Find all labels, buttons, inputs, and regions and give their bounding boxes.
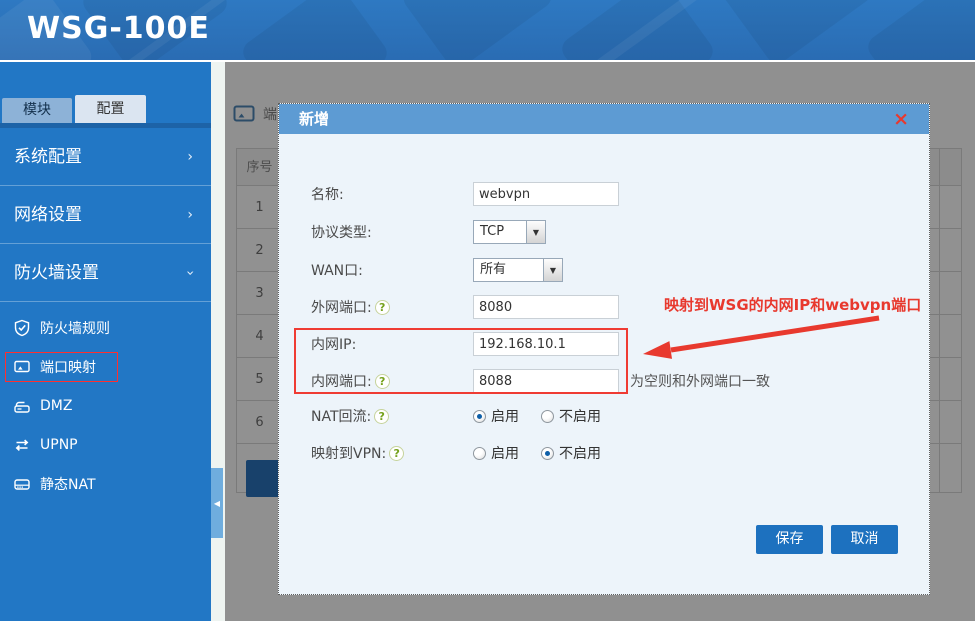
- sidebar-item-dmz[interactable]: DMZ: [0, 386, 211, 425]
- radio-option-disable[interactable]: 不启用: [541, 406, 601, 426]
- menu-label: 防火墙设置: [14, 263, 99, 283]
- keyboard-key-decoration: [399, 0, 556, 62]
- radio-option-enable[interactable]: 启用: [473, 443, 519, 463]
- sidebar-item-port-mapping[interactable]: 端口映射: [0, 347, 211, 386]
- menu-label: 网络设置: [14, 205, 82, 225]
- protocol-label: 协议类型:: [311, 222, 473, 242]
- selected-value: TCP: [474, 221, 526, 243]
- annotation-text: 映射到WSG的内网IP和webvpn端口: [664, 294, 921, 315]
- add-port-mapping-dialog: 新增 × 名称: 协议类型: TCP ▼ WAN口: 所有 ▼: [278, 103, 930, 595]
- sidebar: 模块 配置 系统配置 › 网络设置 › 防火墙设置 › 防: [0, 62, 211, 621]
- sidebar-item-network-settings[interactable]: 网络设置 ›: [0, 186, 211, 244]
- cancel-button[interactable]: 取消: [831, 525, 898, 554]
- sidebar-item-static-nat[interactable]: 静态NAT: [0, 464, 211, 503]
- server-icon: [12, 474, 32, 494]
- sidebar-item-firewall-settings[interactable]: 防火墙设置 ›: [0, 244, 211, 302]
- internal-port-input[interactable]: [473, 369, 619, 393]
- help-icon[interactable]: ?: [375, 374, 390, 389]
- radio-unchecked-icon: [541, 410, 554, 423]
- sidebar-menu: 系统配置 › 网络设置 › 防火墙设置 ›: [0, 128, 211, 302]
- monitor-icon: [12, 357, 32, 377]
- radio-option-disable[interactable]: 不启用: [541, 443, 601, 463]
- external-port-row: 外网端口: ?: [311, 295, 619, 319]
- help-icon[interactable]: ?: [374, 409, 389, 424]
- submenu-label: 防火墙规则: [40, 318, 110, 338]
- name-label: 名称:: [311, 184, 473, 204]
- help-icon[interactable]: ?: [389, 446, 404, 461]
- protocol-row: 协议类型: TCP ▼: [311, 220, 546, 244]
- tab-modules[interactable]: 模块: [2, 98, 72, 123]
- chevron-down-icon: ›: [182, 270, 198, 276]
- sidebar-collapse-handle[interactable]: ◀: [211, 468, 223, 538]
- internal-port-label: 内网端口: ?: [311, 371, 473, 391]
- map-to-vpn-row: 映射到VPN: ? 启用 不启用: [311, 441, 623, 465]
- name-input[interactable]: [473, 182, 619, 206]
- radio-checked-icon: [473, 410, 486, 423]
- external-port-input[interactable]: [473, 295, 619, 319]
- wan-label: WAN口:: [311, 260, 473, 280]
- radio-unchecked-icon: [473, 447, 486, 460]
- collapse-arrow-icon: ◀: [214, 499, 220, 508]
- chevron-right-icon: ›: [187, 128, 193, 186]
- dropdown-arrow-icon[interactable]: ▼: [526, 221, 545, 243]
- nat-loopback-row: NAT回流: ? 启用 不启用: [311, 404, 623, 428]
- radio-option-enable[interactable]: 启用: [473, 406, 519, 426]
- menu-label: 系统配置: [14, 147, 82, 167]
- name-row: 名称:: [311, 182, 619, 206]
- internal-ip-label: 内网IP:: [311, 334, 473, 354]
- wan-select[interactable]: 所有 ▼: [473, 258, 563, 282]
- wan-row: WAN口: 所有 ▼: [311, 258, 563, 282]
- app-title: WSG-100E: [27, 11, 210, 46]
- modem-icon: [12, 396, 32, 416]
- radio-checked-icon: [541, 447, 554, 460]
- shield-check-icon: [12, 318, 32, 338]
- sidebar-item-firewall-rules[interactable]: 防火墙规则: [0, 308, 211, 347]
- sidebar-item-system-config[interactable]: 系统配置 ›: [0, 128, 211, 186]
- dialog-header: 新增 ×: [279, 104, 929, 134]
- app-header: WSG-100E: [0, 0, 975, 62]
- close-icon[interactable]: ×: [893, 107, 909, 131]
- app-window: WSG-100E 模块 配置 系统配置 › 网络设置 › 防火墙设置 ›: [0, 0, 975, 621]
- nat-loopback-label: NAT回流: ?: [311, 406, 473, 426]
- dropdown-arrow-icon[interactable]: ▼: [543, 259, 562, 281]
- keyboard-key-decoration: [239, 0, 392, 62]
- chevron-right-icon: ›: [187, 186, 193, 244]
- tab-config[interactable]: 配置: [75, 95, 146, 123]
- submenu-label: 静态NAT: [40, 474, 96, 494]
- internal-port-row: 内网端口: ?: [311, 369, 619, 393]
- keyboard-key-decoration: [864, 0, 975, 62]
- swap-arrows-icon: [12, 435, 32, 455]
- submenu-label: UPNP: [40, 437, 78, 453]
- external-port-label: 外网端口: ?: [311, 297, 473, 317]
- save-button[interactable]: 保存: [756, 525, 823, 554]
- internal-port-hint: 为空则和外网端口一致: [630, 371, 770, 391]
- selected-value: 所有: [474, 259, 543, 281]
- map-to-vpn-label: 映射到VPN: ?: [311, 443, 473, 463]
- internal-ip-input[interactable]: [473, 332, 619, 356]
- keyboard-key-decoration: [719, 0, 876, 62]
- help-icon[interactable]: ?: [375, 300, 390, 315]
- internal-ip-row: 内网IP:: [311, 332, 619, 356]
- submenu-label: 端口映射: [40, 357, 96, 377]
- sidebar-item-upnp[interactable]: UPNP: [0, 425, 211, 464]
- dialog-title: 新增: [299, 104, 329, 134]
- firewall-submenu: 防火墙规则 端口映射 DMZ: [0, 308, 211, 503]
- protocol-select[interactable]: TCP ▼: [473, 220, 546, 244]
- submenu-label: DMZ: [40, 398, 72, 414]
